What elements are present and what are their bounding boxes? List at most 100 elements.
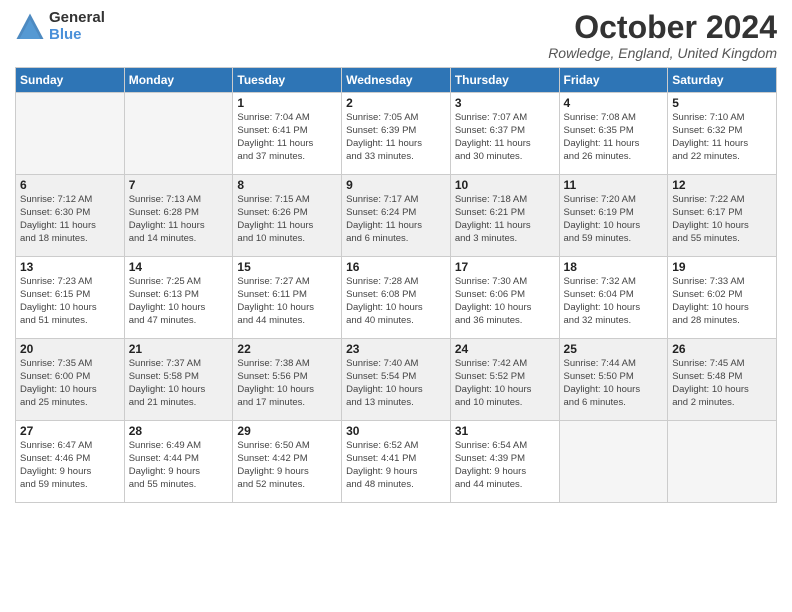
- day-number: 14: [129, 260, 229, 274]
- day-info: Sunrise: 7:05 AM Sunset: 6:39 PM Dayligh…: [346, 112, 446, 163]
- day-info: Sunrise: 7:45 AM Sunset: 5:48 PM Dayligh…: [672, 358, 772, 409]
- calendar-cell: 26 Sunrise: 7:45 AM Sunset: 5:48 PM Dayli…: [668, 339, 777, 421]
- calendar-cell: 27Sunrise: 6:47 AM Sunset: 4:46 PM Dayli…: [16, 421, 125, 503]
- calendar-cell: 8Sunrise: 7:15 AM Sunset: 6:26 PM Daylig…: [233, 175, 342, 257]
- day-number: 31: [455, 424, 555, 438]
- day-info: Sunrise: 7:44 AM Sunset: 5:50 PM Dayligh…: [564, 358, 664, 409]
- calendar-header-friday: Friday: [559, 68, 668, 93]
- day-number: 8: [237, 178, 337, 192]
- calendar-cell: 7 Sunrise: 7:13 AM Sunset: 6:28 PM Daylig…: [124, 175, 233, 257]
- calendar-cell: 20 Sunrise: 7:35 AM Sunset: 6:00 PM Dayli…: [16, 339, 125, 421]
- day-info: Sunrise: 7:25 AM Sunset: 6:13 PM Dayligh…: [129, 276, 229, 327]
- calendar-cell: 18 Sunrise: 7:32 AM Sunset: 6:04 PM Dayli…: [559, 257, 668, 339]
- day-number: 23: [346, 342, 446, 356]
- day-info: Sunrise: 6:49 AM Sunset: 4:44 PM Dayligh…: [129, 440, 229, 491]
- calendar-cell: 10 Sunrise: 7:18 AM Sunset: 6:21 PM Dayli…: [450, 175, 559, 257]
- calendar-cell: 16 Sunrise: 7:28 AM Sunset: 6:08 PM Dayli…: [342, 257, 451, 339]
- day-info: Sunrise: 7:18 AM Sunset: 6:21 PM Dayligh…: [455, 194, 555, 245]
- day-number: 18: [564, 260, 664, 274]
- day-number: 29: [237, 424, 337, 438]
- logo-blue-text: Blue: [49, 27, 105, 44]
- calendar-cell: 2 Sunrise: 7:05 AM Sunset: 6:39 PM Daylig…: [342, 93, 451, 175]
- day-number: 15: [237, 260, 337, 274]
- day-number: 30: [346, 424, 446, 438]
- day-number: 25: [564, 342, 664, 356]
- calendar-cell: [668, 421, 777, 503]
- day-number: 9: [346, 178, 446, 192]
- day-info: Sunrise: 7:22 AM Sunset: 6:17 PM Dayligh…: [672, 194, 772, 245]
- calendar-cell: 22Sunrise: 7:38 AM Sunset: 5:56 PM Dayli…: [233, 339, 342, 421]
- calendar-header-sunday: Sunday: [16, 68, 125, 93]
- calendar-cell: 1Sunrise: 7:04 AM Sunset: 6:41 PM Daylig…: [233, 93, 342, 175]
- calendar-cell: 17Sunrise: 7:30 AM Sunset: 6:06 PM Dayli…: [450, 257, 559, 339]
- day-number: 16: [346, 260, 446, 274]
- calendar-header-row: SundayMondayTuesdayWednesdayThursdayFrid…: [16, 68, 777, 93]
- day-number: 17: [455, 260, 555, 274]
- day-info: Sunrise: 6:47 AM Sunset: 4:46 PM Dayligh…: [20, 440, 120, 491]
- day-number: 20: [20, 342, 120, 356]
- day-info: Sunrise: 7:35 AM Sunset: 6:00 PM Dayligh…: [20, 358, 120, 409]
- day-info: Sunrise: 7:28 AM Sunset: 6:08 PM Dayligh…: [346, 276, 446, 327]
- day-number: 4: [564, 96, 664, 110]
- calendar-table: SundayMondayTuesdayWednesdayThursdayFrid…: [15, 67, 777, 503]
- day-info: Sunrise: 7:07 AM Sunset: 6:37 PM Dayligh…: [455, 112, 555, 163]
- day-info: Sunrise: 6:50 AM Sunset: 4:42 PM Dayligh…: [237, 440, 337, 491]
- day-number: 19: [672, 260, 772, 274]
- calendar-header-saturday: Saturday: [668, 68, 777, 93]
- day-number: 6: [20, 178, 120, 192]
- logo-general-text: General: [49, 10, 105, 27]
- day-info: Sunrise: 6:52 AM Sunset: 4:41 PM Dayligh…: [346, 440, 446, 491]
- day-number: 10: [455, 178, 555, 192]
- day-info: Sunrise: 7:23 AM Sunset: 6:15 PM Dayligh…: [20, 276, 120, 327]
- day-info: Sunrise: 7:37 AM Sunset: 5:58 PM Dayligh…: [129, 358, 229, 409]
- day-number: 3: [455, 96, 555, 110]
- day-info: Sunrise: 7:32 AM Sunset: 6:04 PM Dayligh…: [564, 276, 664, 327]
- calendar-cell: 9 Sunrise: 7:17 AM Sunset: 6:24 PM Daylig…: [342, 175, 451, 257]
- calendar-header-tuesday: Tuesday: [233, 68, 342, 93]
- day-info: Sunrise: 7:42 AM Sunset: 5:52 PM Dayligh…: [455, 358, 555, 409]
- day-number: 13: [20, 260, 120, 274]
- calendar-cell: 14 Sunrise: 7:25 AM Sunset: 6:13 PM Dayli…: [124, 257, 233, 339]
- day-info: Sunrise: 6:54 AM Sunset: 4:39 PM Dayligh…: [455, 440, 555, 491]
- calendar-cell: [16, 93, 125, 175]
- day-number: 2: [346, 96, 446, 110]
- calendar-cell: 30 Sunrise: 6:52 AM Sunset: 4:41 PM Dayli…: [342, 421, 451, 503]
- header: General Blue October 2024 Rowledge, Engl…: [15, 10, 777, 61]
- page: General Blue October 2024 Rowledge, Engl…: [0, 0, 792, 612]
- calendar-week-row: 1Sunrise: 7:04 AM Sunset: 6:41 PM Daylig…: [16, 93, 777, 175]
- day-number: 22: [237, 342, 337, 356]
- day-number: 26: [672, 342, 772, 356]
- logo-icon: [15, 12, 45, 42]
- calendar-cell: 24Sunrise: 7:42 AM Sunset: 5:52 PM Dayli…: [450, 339, 559, 421]
- calendar-cell: [559, 421, 668, 503]
- title-block: October 2024 Rowledge, England, United K…: [548, 10, 777, 61]
- day-info: Sunrise: 7:08 AM Sunset: 6:35 PM Dayligh…: [564, 112, 664, 163]
- day-number: 21: [129, 342, 229, 356]
- logo: General Blue: [15, 10, 105, 43]
- day-info: Sunrise: 7:17 AM Sunset: 6:24 PM Dayligh…: [346, 194, 446, 245]
- calendar-cell: 4 Sunrise: 7:08 AM Sunset: 6:35 PM Daylig…: [559, 93, 668, 175]
- calendar-cell: 5 Sunrise: 7:10 AM Sunset: 6:32 PM Daylig…: [668, 93, 777, 175]
- calendar-cell: 15 Sunrise: 7:27 AM Sunset: 6:11 PM Dayli…: [233, 257, 342, 339]
- day-number: 7: [129, 178, 229, 192]
- calendar-cell: 11Sunrise: 7:20 AM Sunset: 6:19 PM Dayli…: [559, 175, 668, 257]
- day-number: 5: [672, 96, 772, 110]
- calendar-cell: [124, 93, 233, 175]
- calendar-week-row: 6Sunrise: 7:12 AM Sunset: 6:30 PM Daylig…: [16, 175, 777, 257]
- calendar-cell: 25 Sunrise: 7:44 AM Sunset: 5:50 PM Dayli…: [559, 339, 668, 421]
- day-info: Sunrise: 7:13 AM Sunset: 6:28 PM Dayligh…: [129, 194, 229, 245]
- day-number: 11: [564, 178, 664, 192]
- calendar-header-wednesday: Wednesday: [342, 68, 451, 93]
- calendar-cell: 31 Sunrise: 6:54 AM Sunset: 4:39 PM Dayli…: [450, 421, 559, 503]
- day-info: Sunrise: 7:27 AM Sunset: 6:11 PM Dayligh…: [237, 276, 337, 327]
- logo-text: General Blue: [49, 10, 105, 43]
- calendar-cell: 23 Sunrise: 7:40 AM Sunset: 5:54 PM Dayli…: [342, 339, 451, 421]
- calendar-cell: 29 Sunrise: 6:50 AM Sunset: 4:42 PM Dayli…: [233, 421, 342, 503]
- calendar-cell: 21 Sunrise: 7:37 AM Sunset: 5:58 PM Dayli…: [124, 339, 233, 421]
- day-info: Sunrise: 7:40 AM Sunset: 5:54 PM Dayligh…: [346, 358, 446, 409]
- day-info: Sunrise: 7:10 AM Sunset: 6:32 PM Dayligh…: [672, 112, 772, 163]
- day-number: 12: [672, 178, 772, 192]
- calendar-week-row: 27Sunrise: 6:47 AM Sunset: 4:46 PM Dayli…: [16, 421, 777, 503]
- calendar-cell: 3 Sunrise: 7:07 AM Sunset: 6:37 PM Daylig…: [450, 93, 559, 175]
- calendar-cell: 19Sunrise: 7:33 AM Sunset: 6:02 PM Dayli…: [668, 257, 777, 339]
